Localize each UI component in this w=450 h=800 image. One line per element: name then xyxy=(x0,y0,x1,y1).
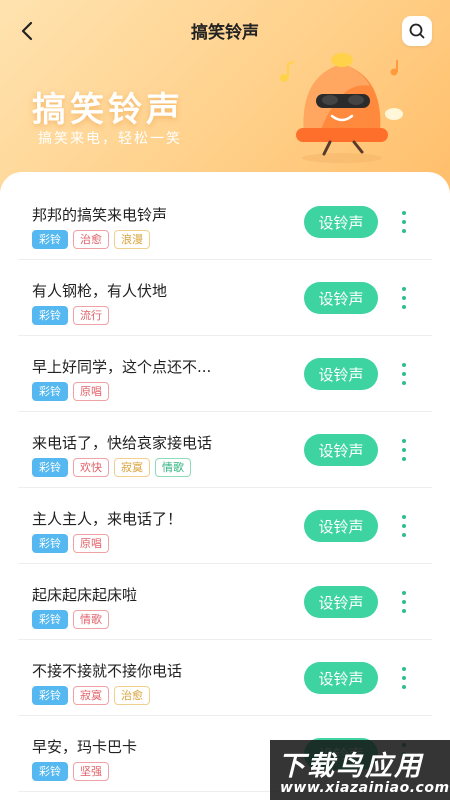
more-dot xyxy=(402,296,406,300)
genre-tag: 坚强 xyxy=(73,762,109,781)
tag-group: 彩铃 治愈 浪漫 xyxy=(32,230,150,249)
cailing-tag: 彩铃 xyxy=(32,306,68,325)
more-dot xyxy=(402,685,406,689)
ringtone-title: 有人钢枪，有人伏地 xyxy=(32,282,168,300)
more-dot xyxy=(402,439,406,443)
more-dot xyxy=(402,448,406,452)
genre-tag: 情歌 xyxy=(155,458,191,477)
search-icon xyxy=(409,23,425,39)
set-ringtone-button[interactable]: 设铃声 xyxy=(304,434,378,466)
genre-tag: 寂寞 xyxy=(114,458,150,477)
ringtone-title: 早上好同学，这个点还不... xyxy=(32,358,212,376)
ringtone-row[interactable]: 主人主人，来电话了！ 彩铃 原唱 设铃声 xyxy=(18,488,432,564)
tag-group: 彩铃 情歌 xyxy=(32,610,109,629)
set-ringtone-button[interactable]: 设铃声 xyxy=(304,206,378,238)
cailing-tag: 彩铃 xyxy=(32,534,68,553)
genre-tag: 治愈 xyxy=(73,230,109,249)
genre-tag: 寂寞 xyxy=(73,686,109,705)
set-ringtone-button[interactable]: 设铃声 xyxy=(304,358,378,390)
ringtone-row[interactable]: 不接不接就不接你电话 彩铃 寂寞 治愈 设铃声 xyxy=(18,640,432,716)
bell-mascot-illustration xyxy=(280,53,403,163)
genre-tag: 原唱 xyxy=(73,534,109,553)
hero-subtitle: 搞笑来电，轻松一笑 xyxy=(38,131,182,147)
more-vertical-icon[interactable] xyxy=(394,436,414,464)
tag-group: 彩铃 流行 xyxy=(32,306,109,325)
cailing-tag: 彩铃 xyxy=(32,762,68,781)
more-dot xyxy=(402,305,406,309)
hero-title: 搞笑铃声 xyxy=(32,90,184,130)
tag-group: 彩铃 原唱 xyxy=(32,534,109,553)
set-ringtone-button[interactable]: 设铃声 xyxy=(304,510,378,542)
set-ringtone-button[interactable]: 设铃声 xyxy=(304,282,378,314)
more-dot xyxy=(402,457,406,461)
tag-group: 彩铃 原唱 xyxy=(32,382,109,401)
more-dot xyxy=(402,667,406,671)
more-dot xyxy=(402,524,406,528)
header-banner: 搞笑铃声 搞笑铃声 搞笑来电，轻松一笑 xyxy=(0,0,450,200)
more-dot xyxy=(402,363,406,367)
more-dot xyxy=(402,381,406,385)
ringtone-row[interactable]: 起床起床起床啦 彩铃 情歌 设铃声 xyxy=(18,564,432,640)
tag-group: 彩铃 欢快 寂寞 情歌 xyxy=(32,458,191,477)
ringtone-title: 来电话了，快给哀家接电话 xyxy=(32,434,213,452)
watermark-logo: 下载鸟应用 www.xiazainiao.com xyxy=(270,740,450,800)
genre-tag: 浪漫 xyxy=(114,230,150,249)
genre-tag: 原唱 xyxy=(73,382,109,401)
ringtone-row[interactable]: 早上好同学，这个点还不... 彩铃 原唱 设铃声 xyxy=(18,336,432,412)
more-dot xyxy=(402,515,406,519)
ringtone-list: 邦邦的搞笑来电铃声 彩铃 治愈 浪漫 设铃声 有人钢枪，有人伏地 彩铃 流行 设铃声 早上好同学，… xyxy=(18,184,432,792)
more-dot xyxy=(402,229,406,233)
more-vertical-icon[interactable] xyxy=(394,588,414,616)
ringtone-list-panel: 邦邦的搞笑来电铃声 彩铃 治愈 浪漫 设铃声 有人钢枪，有人伏地 彩铃 流行 设铃声 早上好同学，… xyxy=(0,172,450,800)
ringtone-title: 早安，玛卡巴卡 xyxy=(32,738,138,756)
ringtone-row[interactable]: 来电话了，快给哀家接电话 彩铃 欢快 寂寞 情歌 设铃声 xyxy=(18,412,432,488)
ringtone-row[interactable]: 邦邦的搞笑来电铃声 彩铃 治愈 浪漫 设铃声 xyxy=(18,184,432,260)
set-ringtone-button[interactable]: 设铃声 xyxy=(304,662,378,694)
tag-group: 彩铃 坚强 xyxy=(32,762,109,781)
more-dot xyxy=(402,600,406,604)
ringtone-title: 起床起床起床啦 xyxy=(32,586,138,604)
more-dot xyxy=(402,676,406,680)
cailing-tag: 彩铃 xyxy=(32,686,68,705)
more-dot xyxy=(402,591,406,595)
more-vertical-icon[interactable] xyxy=(394,512,414,540)
set-ringtone-button[interactable]: 设铃声 xyxy=(304,586,378,618)
genre-tag: 欢快 xyxy=(73,458,109,477)
genre-tag: 治愈 xyxy=(114,686,150,705)
genre-tag: 情歌 xyxy=(73,610,109,629)
more-dot xyxy=(402,211,406,215)
cailing-tag: 彩铃 xyxy=(32,382,68,401)
more-dot xyxy=(402,533,406,537)
ringtone-title: 邦邦的搞笑来电铃声 xyxy=(32,206,168,224)
more-vertical-icon[interactable] xyxy=(394,208,414,236)
more-dot xyxy=(402,220,406,224)
watermark-main-text: 下载鸟应用 xyxy=(278,751,423,782)
watermark-url-text: www.xiazainiao.com xyxy=(280,780,450,796)
more-vertical-icon[interactable] xyxy=(394,284,414,312)
cailing-tag: 彩铃 xyxy=(32,458,68,477)
genre-tag: 流行 xyxy=(73,306,109,325)
ringtone-row[interactable]: 有人钢枪，有人伏地 彩铃 流行 设铃声 xyxy=(18,260,432,336)
more-dot xyxy=(402,372,406,376)
more-dot xyxy=(402,609,406,613)
cailing-tag: 彩铃 xyxy=(32,610,68,629)
ringtone-title: 不接不接就不接你电话 xyxy=(32,662,183,680)
more-dot xyxy=(402,287,406,291)
more-vertical-icon[interactable] xyxy=(394,360,414,388)
ringtone-title: 主人主人，来电话了！ xyxy=(32,510,183,528)
tag-group: 彩铃 寂寞 治愈 xyxy=(32,686,150,705)
more-vertical-icon[interactable] xyxy=(394,664,414,692)
cailing-tag: 彩铃 xyxy=(32,230,68,249)
